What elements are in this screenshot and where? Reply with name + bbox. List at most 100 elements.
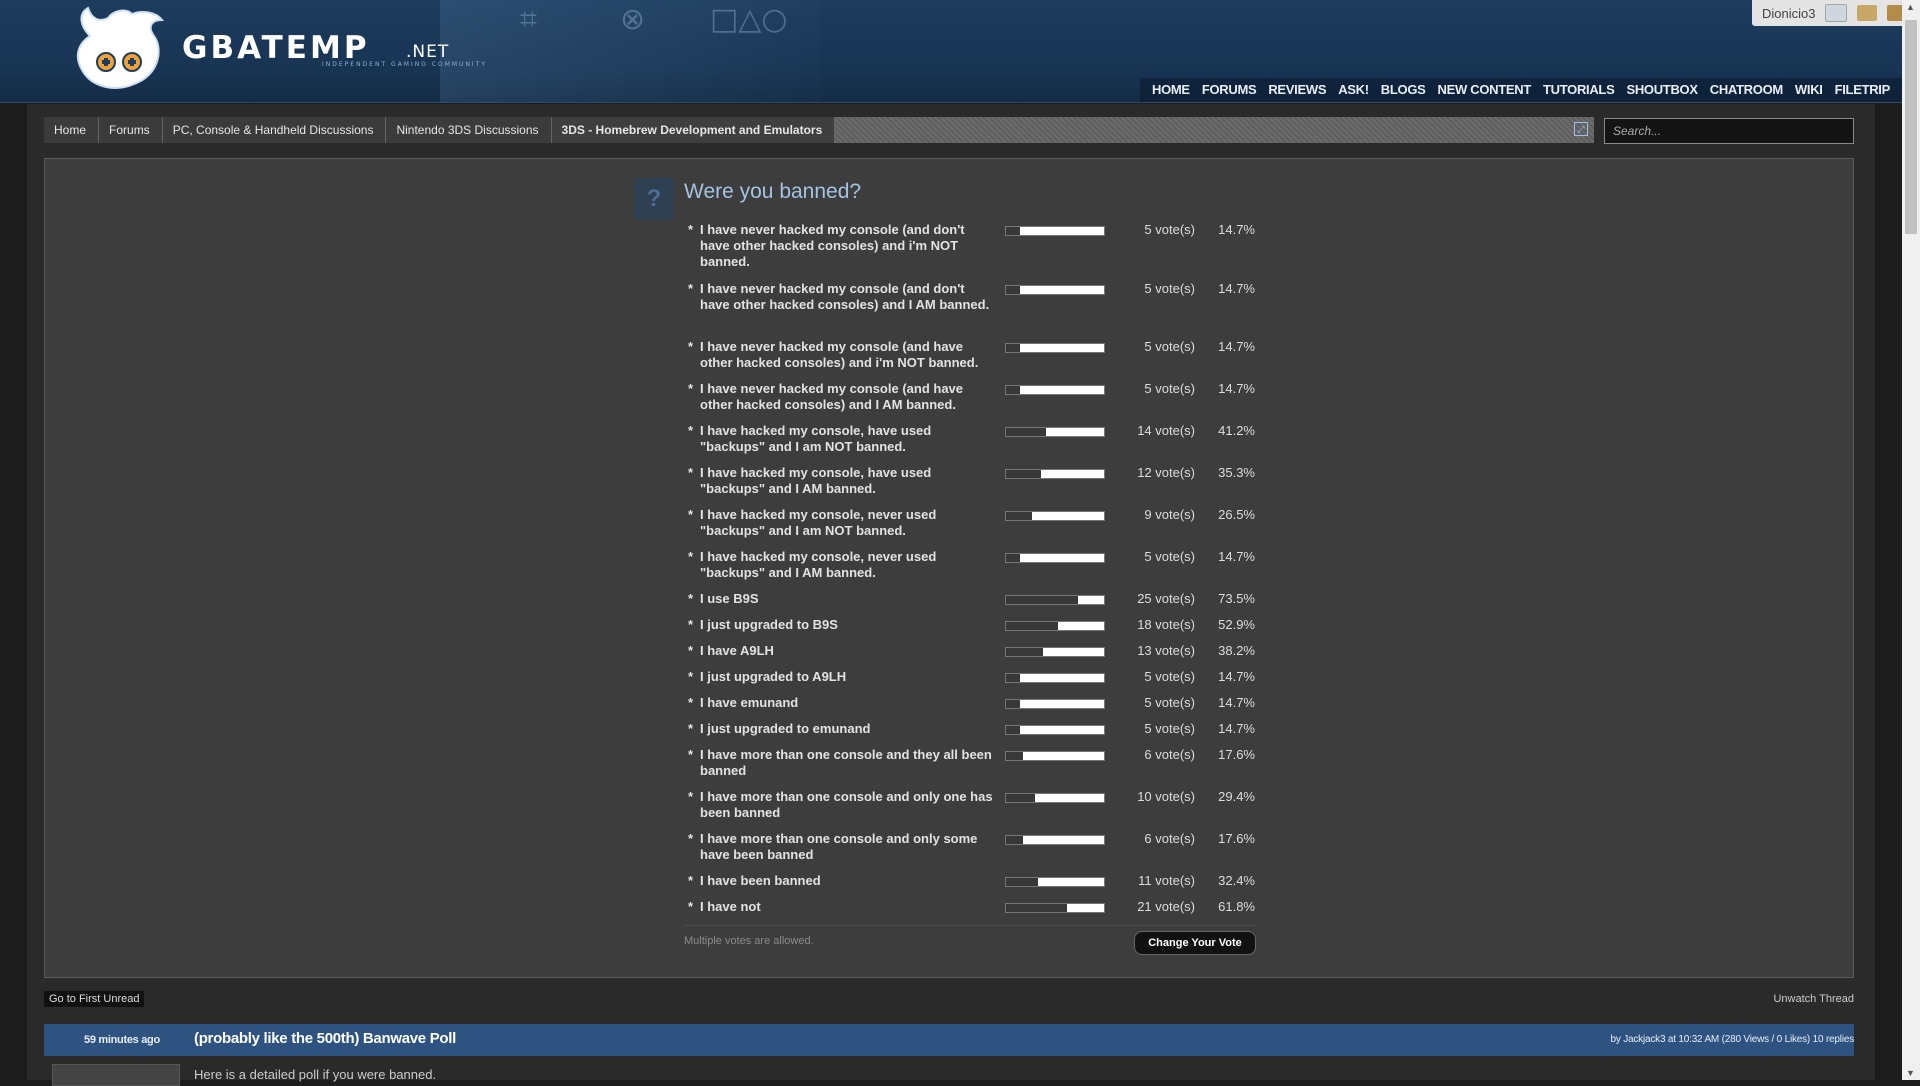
poll-option-text: I just upgraded to emunand <box>700 721 871 736</box>
poll-option-text: I have hacked my console, never used "ba… <box>700 507 937 538</box>
alerts-icon[interactable] <box>1857 5 1878 21</box>
poll-vote-count: 12 vote(s) <box>1137 465 1195 480</box>
bullet-star-icon: * <box>688 591 694 606</box>
poll-result-fill <box>1006 836 1024 844</box>
poll-option-text: I have hacked my console, have used "bac… <box>700 465 932 496</box>
poll-result-fill <box>1006 622 1058 630</box>
poll-vote-percent: 35.3% <box>1218 465 1255 480</box>
nav-chatroom[interactable]: CHATROOM <box>1704 78 1789 102</box>
bullet-star-icon: * <box>688 695 694 710</box>
bullet-star-icon: * <box>688 339 694 354</box>
poll-vote-count: 25 vote(s) <box>1137 591 1195 606</box>
nav-wiki[interactable]: WIKI <box>1789 78 1829 102</box>
change-vote-button[interactable]: Change Your Vote <box>1134 931 1256 955</box>
username-link[interactable]: Dionicio3 <box>1762 6 1815 21</box>
question-mark-icon: ? <box>634 178 674 220</box>
divider <box>684 925 1256 926</box>
inbox-icon[interactable] <box>1825 4 1848 22</box>
nav-new-content[interactable]: NEW CONTENT <box>1432 78 1537 102</box>
poll-vote-count: 5 vote(s) <box>1144 222 1195 237</box>
scroll-up-icon[interactable]: ▲ <box>1906 2 1915 12</box>
search-input[interactable] <box>1604 118 1854 144</box>
nav-forums[interactable]: FORUMS <box>1196 78 1263 102</box>
logo-tagline: Independent Gaming Community <box>322 61 488 68</box>
poll-vote-count: 10 vote(s) <box>1137 789 1195 804</box>
controller-outline-icon: ⊗ <box>620 2 646 37</box>
poll-option-text: I have not <box>700 899 761 914</box>
nav-ask[interactable]: ASK! <box>1332 78 1375 102</box>
bullet-star-icon: * <box>688 721 694 736</box>
bullet-star-icon: * <box>688 873 694 888</box>
poll-result-fill <box>1006 554 1021 562</box>
poll-option-text: I have never hacked my console (and don'… <box>700 281 990 312</box>
poll-vote-percent: 14.7% <box>1218 222 1255 237</box>
poll-vote-count: 5 vote(s) <box>1144 695 1195 710</box>
unwatch-thread-link[interactable]: Unwatch Thread <box>1773 993 1854 1005</box>
breadcrumb: Home Forums PC, Console & Handheld Discu… <box>44 117 1594 143</box>
multiple-votes-note: Multiple votes are allowed. <box>684 935 814 947</box>
nav-blogs[interactable]: BLOGS <box>1375 78 1432 102</box>
poll-option-label: * I have never hacked my console (and hav… <box>688 339 994 371</box>
go-to-first-unread-button[interactable]: Go to First Unread <box>44 991 145 1007</box>
buttons-outline-icon: □△○ <box>710 2 788 37</box>
breadcrumb-3ds-homebrew[interactable]: 3DS - Homebrew Development and Emulators <box>551 117 836 143</box>
gbatemp-mascot-logo[interactable] <box>70 6 170 94</box>
expand-icon[interactable]: ⤢ <box>1574 122 1588 136</box>
poll-option-label: * I have been banned <box>688 873 994 889</box>
poll-result-fill <box>1006 904 1067 912</box>
poll-option-text: I have never hacked my console (and don'… <box>700 222 965 269</box>
breadcrumb-forums[interactable]: Forums <box>99 117 163 143</box>
poll-vote-count: 5 vote(s) <box>1144 339 1195 354</box>
scroll-down-icon[interactable]: ▼ <box>1906 1068 1915 1078</box>
breadcrumb-pc-console-handheld[interactable]: PC, Console & Handheld Discussions <box>162 117 387 143</box>
bullet-star-icon: * <box>688 669 694 684</box>
breadcrumb-home[interactable]: Home <box>44 117 100 143</box>
bullet-star-icon: * <box>688 381 694 396</box>
bullet-star-icon: * <box>688 222 694 237</box>
poll-option-label: * I just upgraded to A9LH <box>688 669 994 685</box>
poll-option-label: * I have never hacked my console (and don… <box>688 281 994 313</box>
poll-vote-percent: 61.8% <box>1218 899 1255 914</box>
bullet-star-icon: * <box>688 465 694 480</box>
header-console-art: ⌗ ⊗ □△○ <box>440 0 820 102</box>
poll-option-label: * I have hacked my console, have used "ba… <box>688 423 994 455</box>
page-scrollbar[interactable]: ▲ ▼ <box>1902 0 1920 1080</box>
poll-option-label: * I have hacked my console, have used "ba… <box>688 465 994 497</box>
nav-shoutbox[interactable]: SHOUTBOX <box>1620 78 1703 102</box>
poll-option-text: I have more than one console and only so… <box>700 831 978 862</box>
nav-tutorials[interactable]: TUTORIALS <box>1537 78 1620 102</box>
poll-option-text: I have A9LH <box>700 643 774 658</box>
poll-vote-count: 18 vote(s) <box>1137 617 1195 632</box>
poll-result-bar <box>1005 595 1105 605</box>
poll-option-label: * I have hacked my console, never used "b… <box>688 549 994 581</box>
poll-option-label: * I have more than one console and only o… <box>688 789 994 821</box>
poll-vote-count: 5 vote(s) <box>1144 721 1195 736</box>
scroll-thumb[interactable] <box>1905 20 1917 234</box>
bullet-star-icon: * <box>688 831 694 846</box>
poll-option-text: I have never hacked my console (and have… <box>700 339 979 370</box>
poll-vote-count: 5 vote(s) <box>1144 549 1195 564</box>
poll-result-fill <box>1006 878 1038 886</box>
poll-option-text: I have more than one console and they al… <box>700 747 992 778</box>
poll-option-text: I just upgraded to B9S <box>700 617 838 632</box>
nav-filetrip[interactable]: FILETRIP <box>1829 78 1896 102</box>
logo-suffix: .NET <box>406 42 450 62</box>
user-bar: Dionicio3 <box>1752 0 1920 26</box>
poll-result-bar <box>1005 226 1105 236</box>
poll-result-bar <box>1005 469 1105 479</box>
poll-vote-percent: 14.7% <box>1218 669 1255 684</box>
poll-vote-percent: 26.5% <box>1218 507 1255 522</box>
site-header: ⌗ ⊗ □△○ GBATEMP .NET Independent Gaming … <box>0 0 1902 103</box>
nav-reviews[interactable]: REVIEWS <box>1262 78 1332 102</box>
poll-option-text: I have never hacked my console (and have… <box>700 381 964 412</box>
avatar[interactable] <box>52 1064 180 1086</box>
poll-option-text: I just upgraded to A9LH <box>700 669 847 684</box>
poll-option-label: * I have never hacked my console (and don… <box>688 222 994 270</box>
poll-vote-percent: 14.7% <box>1218 549 1255 564</box>
nav-home[interactable]: HOME <box>1146 78 1196 102</box>
breadcrumb-nintendo-3ds[interactable]: Nintendo 3DS Discussions <box>386 117 552 143</box>
poll-vote-count: 9 vote(s) <box>1144 507 1195 522</box>
poll-result-bar <box>1005 385 1105 395</box>
bullet-star-icon: * <box>688 899 694 914</box>
poll-result-bar <box>1005 793 1105 803</box>
